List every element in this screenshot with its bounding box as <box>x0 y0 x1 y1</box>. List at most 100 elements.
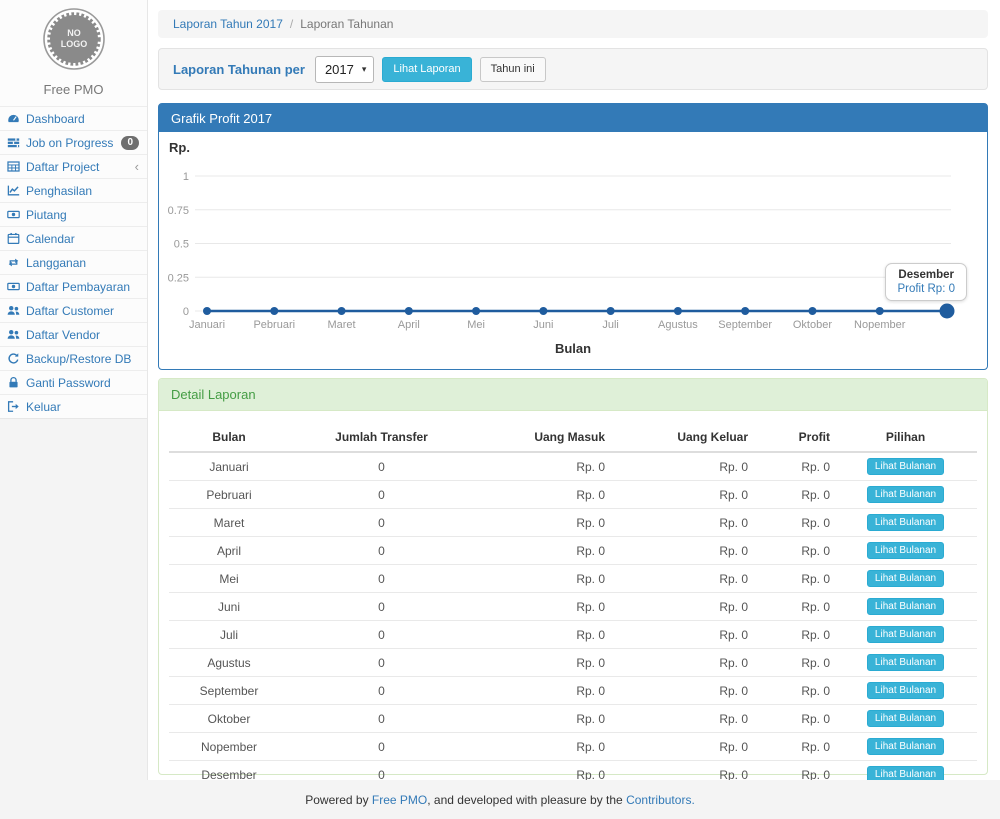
cell-uang-masuk: Rp. 0 <box>474 593 609 621</box>
tooltip-value: Profit Rp: 0 <box>897 283 955 295</box>
table-row-nopember: Nopember0Rp. 0Rp. 0Rp. 0Lihat Bulanan <box>169 733 977 761</box>
profit-chart-panel: Grafik Profit 2017 Rp.10.750.50.250Janua… <box>158 103 988 370</box>
svg-text:NO: NO <box>67 28 81 38</box>
svg-text:0.75: 0.75 <box>168 205 189 217</box>
profit-line-chart[interactable]: Rp.10.750.50.250JanuariPebruariMaretApri… <box>159 132 987 369</box>
cell-uang-keluar: Rp. 0 <box>609 537 752 565</box>
lihat-bulanan-button[interactable]: Lihat Bulanan <box>867 598 944 615</box>
sidebar-item-daftar-vendor[interactable]: Daftar Vendor <box>0 322 147 346</box>
tasks-icon <box>7 136 20 149</box>
year-select[interactable]: 2017 ▾ <box>315 56 374 83</box>
table-row-mei: Mei0Rp. 0Rp. 0Rp. 0Lihat Bulanan <box>169 565 977 593</box>
svg-text:1: 1 <box>183 171 189 183</box>
sidebar-item-dashboard[interactable]: Dashboard <box>0 106 147 130</box>
sidebar-menu: DashboardJob on Progress0Daftar Project‹… <box>0 106 147 418</box>
app-logo: NO LOGO <box>0 0 147 78</box>
cell-uang-keluar: Rp. 0 <box>609 452 752 481</box>
free-pmo-link[interactable]: Free PMO <box>372 793 427 807</box>
svg-text:Agustus: Agustus <box>658 319 698 331</box>
line-chart-icon <box>7 184 20 197</box>
cell-uang-masuk: Rp. 0 <box>474 509 609 537</box>
cell-uang-masuk: Rp. 0 <box>474 452 609 481</box>
contributors-link[interactable]: Contributors. <box>626 793 695 807</box>
lihat-bulanan-button[interactable]: Lihat Bulanan <box>867 542 944 559</box>
cell-uang-keluar: Rp. 0 <box>609 621 752 649</box>
table-row-pebruari: Pebruari0Rp. 0Rp. 0Rp. 0Lihat Bulanan <box>169 481 977 509</box>
lihat-laporan-button[interactable]: Lihat Laporan <box>382 57 471 82</box>
cell-jumlah-transfer: 0 <box>289 537 474 565</box>
svg-text:0.25: 0.25 <box>168 272 189 284</box>
cell-jumlah-transfer: 0 <box>289 649 474 677</box>
sidebar-item-langganan[interactable]: Langganan <box>0 250 147 274</box>
cell-profit: Rp. 0 <box>752 649 834 677</box>
brand-name: Free PMO <box>0 78 147 106</box>
lihat-bulanan-button[interactable]: Lihat Bulanan <box>867 458 944 475</box>
lihat-bulanan-button[interactable]: Lihat Bulanan <box>867 710 944 727</box>
cell-jumlah-transfer: 0 <box>289 593 474 621</box>
cell-uang-masuk: Rp. 0 <box>474 565 609 593</box>
sidebar-item-piutang[interactable]: Piutang <box>0 202 147 226</box>
sidebar-item-daftar-pembayaran[interactable]: Daftar Pembayaran <box>0 274 147 298</box>
column-header-profit: Profit <box>752 423 834 452</box>
table-row-maret: Maret0Rp. 0Rp. 0Rp. 0Lihat Bulanan <box>169 509 977 537</box>
sidebar-item-label: Job on Progress <box>26 136 113 150</box>
sidebar-item-label: Backup/Restore DB <box>26 352 131 366</box>
sidebar-item-label: Daftar Project <box>26 160 99 174</box>
lihat-bulanan-button[interactable]: Lihat Bulanan <box>867 654 944 671</box>
cell-profit: Rp. 0 <box>752 509 834 537</box>
cell-uang-masuk: Rp. 0 <box>474 537 609 565</box>
sidebar-item-daftar-project[interactable]: Daftar Project‹ <box>0 154 147 178</box>
sidebar-item-penghasilan[interactable]: Penghasilan <box>0 178 147 202</box>
lihat-bulanan-button[interactable]: Lihat Bulanan <box>867 486 944 503</box>
report-toolbar: Laporan Tahunan per 2017 ▾ Lihat Laporan… <box>158 48 988 90</box>
retweet-icon <box>7 256 20 269</box>
cell-bulan: Oktober <box>169 705 289 733</box>
cell-uang-masuk: Rp. 0 <box>474 649 609 677</box>
svg-text:Rp.: Rp. <box>169 140 190 155</box>
sidebar-item-daftar-customer[interactable]: Daftar Customer <box>0 298 147 322</box>
cell-jumlah-transfer: 0 <box>289 705 474 733</box>
lihat-bulanan-button[interactable]: Lihat Bulanan <box>867 626 944 643</box>
sidebar-item-keluar[interactable]: Keluar <box>0 394 147 418</box>
cell-bulan: Mei <box>169 565 289 593</box>
svg-text:Oktober: Oktober <box>793 319 832 331</box>
tahun-ini-button[interactable]: Tahun ini <box>480 57 546 82</box>
cell-profit: Rp. 0 <box>752 452 834 481</box>
lihat-bulanan-button[interactable]: Lihat Bulanan <box>867 682 944 699</box>
breadcrumb-link[interactable]: Laporan Tahun 2017 <box>173 17 283 31</box>
table-row-juli: Juli0Rp. 0Rp. 0Rp. 0Lihat Bulanan <box>169 621 977 649</box>
calendar-icon <box>7 232 20 245</box>
cell-bulan: Nopember <box>169 733 289 761</box>
svg-text:Maret: Maret <box>327 319 355 331</box>
table-header-row: BulanJumlah TransferUang MasukUang Kelua… <box>169 423 977 452</box>
footer-text: Powered by <box>305 793 372 807</box>
year-select-value: 2017 <box>325 62 354 77</box>
sidebar-item-backup-restore-db[interactable]: Backup/Restore DB <box>0 346 147 370</box>
sidebar-item-job-on-progress[interactable]: Job on Progress0 <box>0 130 147 154</box>
table-row-oktober: Oktober0Rp. 0Rp. 0Rp. 0Lihat Bulanan <box>169 705 977 733</box>
chart-body: Rp.10.750.50.250JanuariPebruariMaretApri… <box>159 132 987 369</box>
cell-uang-keluar: Rp. 0 <box>609 705 752 733</box>
lock-icon <box>7 376 20 389</box>
sidebar-item-calendar[interactable]: Calendar <box>0 226 147 250</box>
cell-jumlah-transfer: 0 <box>289 621 474 649</box>
sidebar-item-label: Keluar <box>26 400 61 414</box>
cell-bulan: Pebruari <box>169 481 289 509</box>
lihat-bulanan-button[interactable]: Lihat Bulanan <box>867 570 944 587</box>
table-row-april: April0Rp. 0Rp. 0Rp. 0Lihat Bulanan <box>169 537 977 565</box>
lihat-bulanan-button[interactable]: Lihat Bulanan <box>867 514 944 531</box>
column-header-uang-keluar: Uang Keluar <box>609 423 752 452</box>
svg-text:Juni: Juni <box>533 319 553 331</box>
cell-bulan: September <box>169 677 289 705</box>
tooltip-label: Desember <box>897 269 955 281</box>
table-row-januari: Januari0Rp. 0Rp. 0Rp. 0Lihat Bulanan <box>169 452 977 481</box>
sidebar-item-label: Daftar Pembayaran <box>26 280 130 294</box>
lihat-bulanan-button[interactable]: Lihat Bulanan <box>867 738 944 755</box>
sidebar-item-ganti-password[interactable]: Ganti Password <box>0 370 147 394</box>
cell-profit: Rp. 0 <box>752 621 834 649</box>
cell-profit: Rp. 0 <box>752 733 834 761</box>
cell-jumlah-transfer: 0 <box>289 509 474 537</box>
toolbar-label: Laporan Tahunan per <box>173 62 305 77</box>
cell-jumlah-transfer: 0 <box>289 565 474 593</box>
cell-uang-keluar: Rp. 0 <box>609 509 752 537</box>
